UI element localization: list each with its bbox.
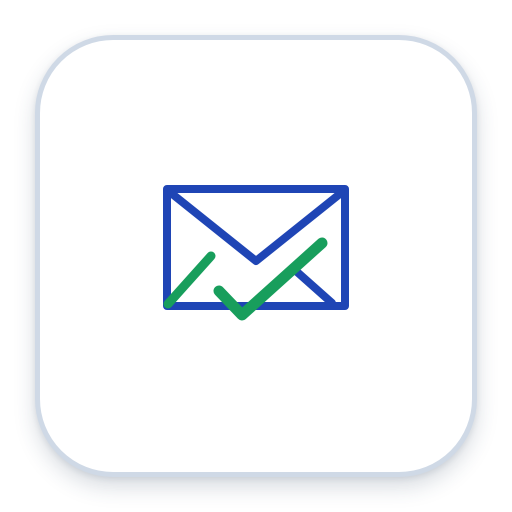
envelope-fold-right xyxy=(292,267,336,307)
icon-stage xyxy=(0,0,512,512)
envelope-fold-left xyxy=(163,251,216,309)
mail-verified-icon xyxy=(163,185,349,321)
